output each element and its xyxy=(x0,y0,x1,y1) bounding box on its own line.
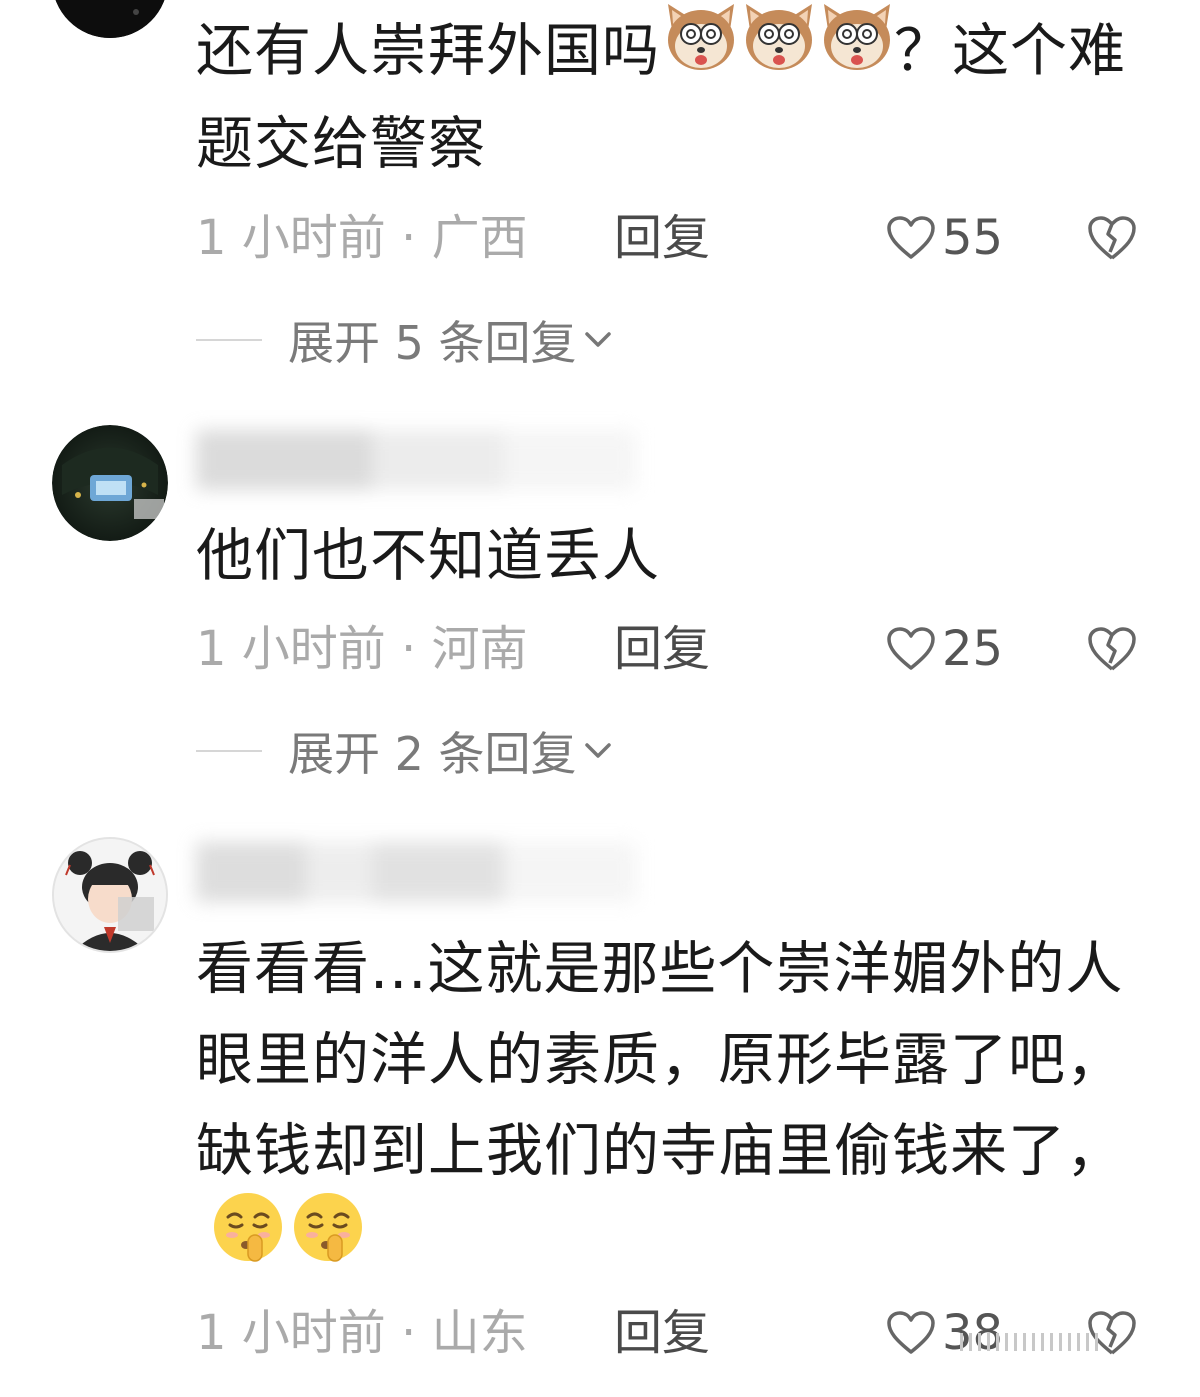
chevron-down-icon xyxy=(584,743,611,758)
dog-face-emoji xyxy=(820,0,894,99)
comment-item: 他们也不知道丢人 1 小时前 · 河南 回复 25 展开 2 条回复 xyxy=(0,400,1200,820)
like-count: 25 xyxy=(942,621,1004,677)
heart-outline-icon xyxy=(887,1311,935,1354)
reply-button[interactable]: 回复 xyxy=(614,614,710,684)
reply-button[interactable]: 回复 xyxy=(614,1298,710,1368)
dislike-button[interactable] xyxy=(1086,211,1138,281)
avatar[interactable] xyxy=(52,425,168,541)
comment-meta: 1 小时前 · 河南 回复 25 xyxy=(196,614,1156,684)
like-count: 55 xyxy=(942,210,1004,266)
username[interactable] xyxy=(196,842,636,902)
heart-outline-icon xyxy=(887,627,935,670)
username[interactable] xyxy=(196,430,636,490)
like-button[interactable]: 55 xyxy=(886,203,1003,273)
shush-face-emoji xyxy=(210,1189,286,1292)
comment-item: 还有人崇拜外国吗 ？这个难题交给警察 1 小时前 · 广西 回复 55 展开 5… xyxy=(0,0,1200,400)
avatar[interactable] xyxy=(52,837,168,953)
broken-heart-icon xyxy=(1088,627,1136,671)
expand-replies-label: 展开 2 条回复 xyxy=(288,727,577,781)
comment-time-location: 1 小时前 · 河南 xyxy=(196,621,528,677)
avatar-image xyxy=(52,425,168,541)
reply-button[interactable]: 回复 xyxy=(614,203,710,273)
comment-meta: 1 小时前 · 广西 回复 55 xyxy=(196,203,1156,273)
chevron-down-icon xyxy=(584,332,611,347)
divider-line xyxy=(196,339,262,341)
dislike-button[interactable] xyxy=(1086,622,1138,692)
avatar[interactable] xyxy=(52,0,168,38)
expand-replies-button[interactable]: 展开 2 条回复 xyxy=(196,716,613,786)
comment-text-part1: 还有人崇拜外国吗 xyxy=(196,18,660,84)
comment-time-location: 1 小时前 · 山东 xyxy=(196,1305,528,1361)
watermark xyxy=(960,1322,1160,1362)
shush-face-emoji xyxy=(290,1189,366,1292)
dog-face-emoji xyxy=(664,0,738,99)
divider-line xyxy=(196,750,262,752)
heart-outline-icon xyxy=(887,216,935,259)
like-button[interactable]: 25 xyxy=(886,614,1003,684)
comment-item: 看看看...这就是那些个崇洋媚外的人眼里的洋人的素质，原形毕露了吧，缺钱却到上我… xyxy=(0,820,1200,1397)
expand-replies-button[interactable]: 展开 5 条回复 xyxy=(196,305,613,375)
broken-heart-icon xyxy=(1088,216,1136,260)
comment-text-body: 看看看...这就是那些个崇洋媚外的人眼里的洋人的素质，原形毕露了吧，缺钱却到上我… xyxy=(196,936,1124,1184)
expand-replies-label: 展开 5 条回复 xyxy=(288,316,577,370)
comment-text: 看看看...这就是那些个崇洋媚外的人眼里的洋人的素质，原形毕露了吧，缺钱却到上我… xyxy=(196,924,1156,1292)
avatar-image xyxy=(54,839,166,951)
dog-face-emoji xyxy=(742,0,816,99)
comment-text: 还有人崇拜外国吗 ？这个难题交给警察 xyxy=(196,3,1156,190)
comment-time-location: 1 小时前 · 广西 xyxy=(196,210,528,266)
comment-text: 他们也不知道丢人 xyxy=(196,523,660,589)
avatar-image xyxy=(55,0,165,38)
